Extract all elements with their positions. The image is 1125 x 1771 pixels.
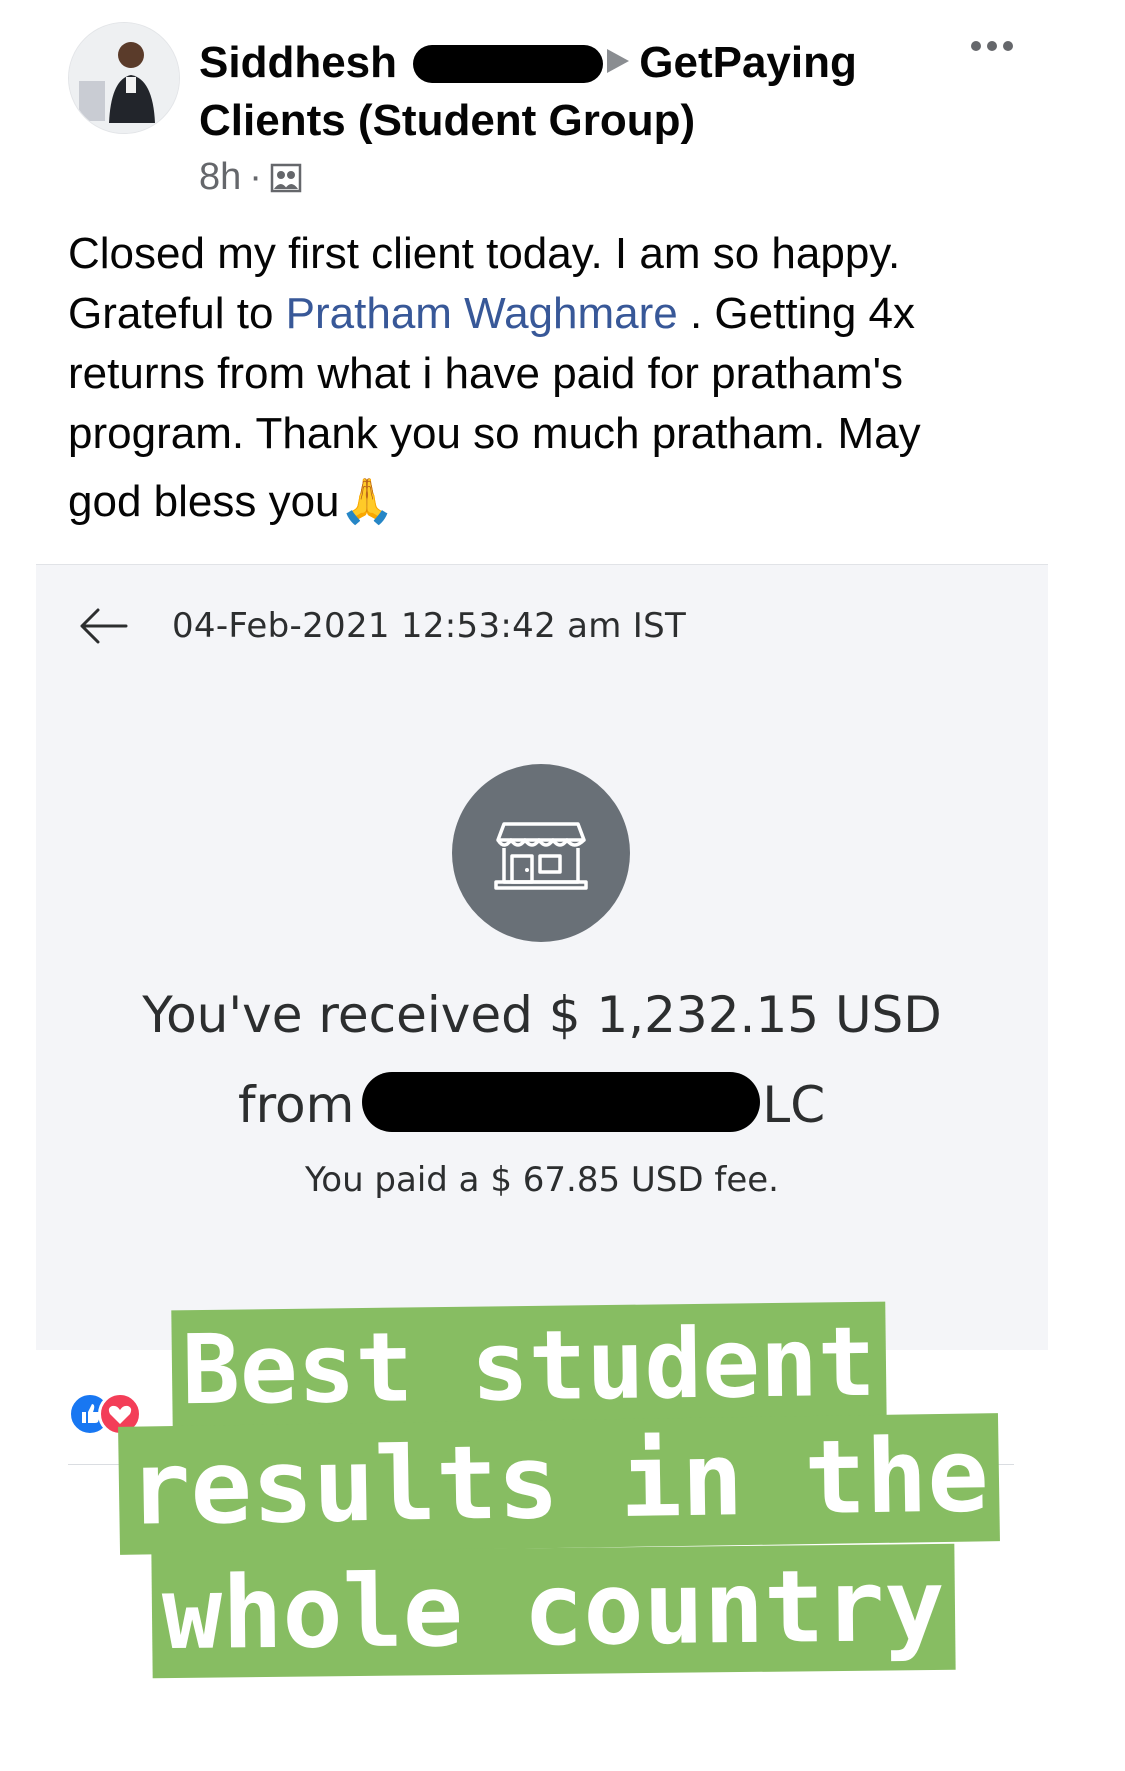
post-text-line: returns from what i have paid for pratha… [68, 349, 903, 398]
received-amount: You've received $ 1,232.15 USD [142, 986, 942, 1044]
arrow-right-icon [607, 49, 630, 73]
overlay-caption-line: results in the [118, 1413, 1000, 1555]
back-arrow-icon[interactable] [76, 604, 130, 648]
post-text-line: program. Thank you so much pratham. May [68, 409, 921, 458]
post-body: Closed my first client today. I am so ha… [68, 224, 1068, 532]
post-text-line: Closed my first client today. I am so ha… [68, 229, 901, 278]
group-icon [270, 163, 302, 193]
transaction-timestamp: 04-Feb-2021 12:53:42 am IST [172, 606, 687, 646]
overlay-caption-line: Best student [171, 1301, 887, 1433]
post-header: Siddhesh GetPaying Clients (Student Grou… [199, 34, 959, 150]
redacted-sender [362, 1072, 761, 1132]
fee-text: You paid a $ 67.85 USD fee. [305, 1160, 779, 1200]
separator-dot: · [249, 156, 262, 198]
post-meta: 8h · [199, 156, 302, 199]
author-name[interactable]: Siddhesh [199, 38, 397, 87]
post-text-line: Grateful to [68, 289, 274, 338]
shared-image[interactable] [36, 564, 1048, 1350]
avatar[interactable] [68, 22, 180, 134]
mention-link[interactable]: Pratham Waghmare [286, 289, 678, 338]
sender-suffix: LC [762, 1076, 826, 1134]
avatar-photo [69, 23, 179, 133]
post-time[interactable]: 8h [199, 156, 241, 198]
post-text-line: . Getting 4x [689, 289, 915, 338]
pray-emoji: 🙏 [339, 477, 395, 526]
post-text-line: god bless you [68, 477, 340, 526]
overlay-caption-line: whole country [151, 1543, 956, 1679]
from-label: from [238, 1076, 355, 1134]
redacted-surname [413, 45, 604, 83]
store-icon [494, 822, 588, 890]
merchant-avatar [452, 764, 630, 942]
more-icon[interactable] [968, 36, 1016, 56]
sender-line: from LC [238, 1072, 825, 1134]
